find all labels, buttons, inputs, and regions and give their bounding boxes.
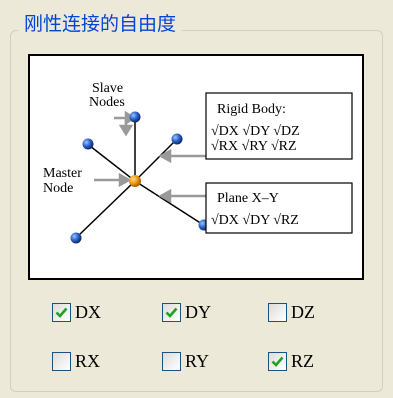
plane-title: Plane X–Y: [217, 191, 279, 206]
checkmark-icon: [271, 356, 284, 367]
master-label-1: Master: [43, 166, 82, 181]
slave-label-2: Nodes: [89, 95, 125, 110]
checkbox-rz[interactable]: RZ: [268, 351, 314, 372]
checkbox-label: RY: [185, 351, 210, 371]
checkbox-label: DZ: [291, 302, 315, 322]
checkbox-box[interactable]: [52, 303, 71, 322]
link-line-lower-left: [77, 180, 136, 237]
link-line-upper-left: [89, 145, 136, 182]
checkbox-label: RX: [75, 351, 101, 371]
slave-node-top: [129, 111, 141, 123]
rigid-arrow-head: [158, 148, 172, 164]
link-line-lower-right: [134, 180, 203, 225]
checkbox-dz[interactable]: DZ: [268, 302, 315, 323]
checkbox-label: RZ: [291, 351, 315, 371]
checkbox-dx[interactable]: DX: [52, 302, 101, 323]
slave-arrow-2-head: [118, 124, 134, 137]
checkbox-label: DY: [185, 302, 211, 322]
checkbox-box[interactable]: [268, 352, 287, 371]
checkbox-box[interactable]: [162, 303, 181, 322]
checkmark-icon: [165, 307, 178, 318]
checkmark-icon: [55, 307, 68, 318]
checkbox-dy[interactable]: DY: [162, 302, 211, 323]
checkbox-box[interactable]: [52, 352, 71, 371]
rigid-row-1: √DX √DY √DZ: [211, 124, 300, 139]
master-node: [129, 175, 141, 187]
group-title: 刚性连接的自由度: [18, 12, 183, 36]
slave-node-lower-left: [70, 232, 82, 244]
master-arrow-head: [118, 172, 132, 188]
checkbox-box[interactable]: [268, 303, 287, 322]
rigid-title: Rigid Body:: [217, 102, 286, 117]
master-label-2: Node: [43, 181, 73, 196]
slave-node-left: [82, 138, 94, 150]
rigid-link-diagram: Slave Nodes Master Node Rigid Body: √DX …: [28, 54, 364, 280]
checkbox-rx[interactable]: RX: [52, 351, 100, 372]
callout-arrows: [94, 110, 206, 204]
slave-node-right: [171, 133, 183, 145]
slave-label-1: Slave: [92, 81, 123, 96]
checkbox-ry[interactable]: RY: [162, 351, 209, 372]
rigid-row-2: √RX √RY √RZ: [211, 139, 297, 154]
checkbox-box[interactable]: [162, 352, 181, 371]
checkbox-label: DX: [75, 302, 101, 322]
diagram-svg: Slave Nodes Master Node Rigid Body: √DX …: [43, 81, 353, 244]
plane-row: √DX √DY √RZ: [211, 213, 299, 228]
plane-arrow-head: [158, 188, 172, 204]
